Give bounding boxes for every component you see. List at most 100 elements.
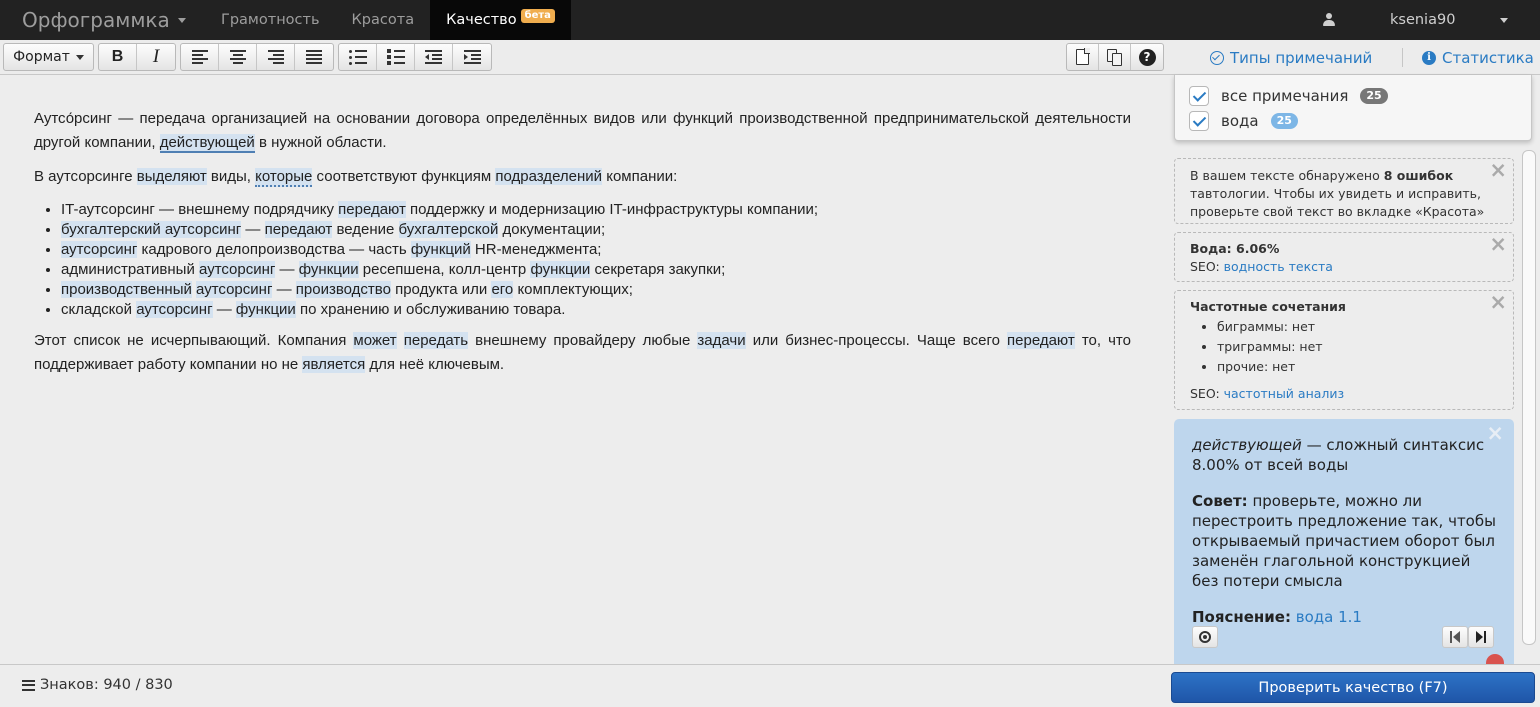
numbered-list-icon xyxy=(386,49,405,65)
highlighted-word[interactable]: которые xyxy=(255,168,313,187)
checkbox-checked[interactable] xyxy=(1189,111,1209,131)
brand-title: Орфограммка xyxy=(22,8,170,32)
highlighted-word[interactable]: передать xyxy=(403,332,469,349)
seo-label: SEO: xyxy=(1190,386,1224,401)
indent-button[interactable] xyxy=(453,44,491,70)
close-icon[interactable]: × xyxy=(1489,160,1507,181)
tab-label: Красота xyxy=(351,12,415,28)
copy-icon xyxy=(1106,48,1123,66)
stop-circle-icon xyxy=(1199,631,1211,643)
numbered-list-button[interactable] xyxy=(377,44,415,70)
water-title: Вода: 6.06% xyxy=(1190,241,1280,256)
highlighted-word[interactable]: производство xyxy=(295,281,391,298)
beta-badge: бета xyxy=(520,9,555,23)
highlighted-word[interactable]: передают xyxy=(1007,332,1075,349)
highlighted-word[interactable]: подразделений xyxy=(495,168,603,185)
align-right-button[interactable] xyxy=(257,44,295,70)
list-item: IT-аутсорсинг — внешнему подрядчику пере… xyxy=(61,200,1141,220)
list-item: биграммы: нет xyxy=(1217,317,1498,337)
copy-button[interactable] xyxy=(1099,44,1131,70)
user-menu[interactable]: ksenia90 xyxy=(1322,0,1540,40)
format-label: Формат xyxy=(13,49,70,65)
editor-paragraph: В аутсорсинге выделяют виды, которые соо… xyxy=(34,168,678,187)
tab-kachestvo[interactable]: Качество бета xyxy=(430,0,571,40)
statistics-link[interactable]: i Статистика xyxy=(1422,40,1534,75)
highlighted-word[interactable]: задачи xyxy=(697,332,746,349)
highlighted-word[interactable]: функции xyxy=(298,261,359,278)
tab-label: Качество xyxy=(446,12,517,28)
editor-list: IT-аутсорсинг — внешнему подрядчику пере… xyxy=(61,200,1141,320)
filter-water[interactable]: вода 25 xyxy=(1189,111,1298,131)
highlighted-word[interactable]: функции xyxy=(235,301,296,318)
count-badge: 25 xyxy=(1270,113,1298,129)
tautology-text: тавтологии. Чтобы их увидеть и исправить… xyxy=(1190,186,1485,219)
highlighted-word[interactable]: передают xyxy=(338,201,406,218)
frequency-list: биграммы: нет триграммы: нет прочие: нет xyxy=(1190,317,1498,377)
align-right-icon xyxy=(267,50,284,64)
document-icon xyxy=(1076,48,1090,65)
list-item: производственный аутсорсинг — производст… xyxy=(61,280,1141,300)
highlighted-word[interactable]: аутсорсинг xyxy=(136,301,213,318)
highlighted-word[interactable]: бухгалтерский аутсорсинг xyxy=(61,221,242,238)
close-icon[interactable]: × xyxy=(1489,292,1507,313)
align-left-button[interactable] xyxy=(181,44,219,70)
highlighted-word[interactable]: выделяют xyxy=(136,168,207,185)
frequency-seo-link[interactable]: частотный анализ xyxy=(1224,386,1345,401)
chevron-down-icon xyxy=(177,17,186,23)
highlighted-word[interactable]: передают xyxy=(264,221,333,238)
highlighted-word[interactable]: аутсорсинг xyxy=(61,241,138,258)
list-item: бухгалтерский аутсорсинг — передают веде… xyxy=(61,220,1141,240)
highlighted-word[interactable]: бухгалтерской xyxy=(398,221,499,238)
brand-menu[interactable]: Орфограммка xyxy=(0,8,205,32)
note-types-toggle[interactable]: Типы примечаний xyxy=(1210,40,1372,75)
close-icon[interactable]: × xyxy=(1486,423,1504,444)
sidebar-scrollbar[interactable] xyxy=(1522,150,1536,645)
ignore-button[interactable] xyxy=(1192,626,1218,648)
highlighted-word[interactable]: является xyxy=(302,356,366,373)
toolbar-divider xyxy=(1402,48,1403,67)
italic-button[interactable]: I xyxy=(137,44,175,70)
align-center-button[interactable] xyxy=(219,44,257,70)
highlighted-word[interactable]: аутсорсинг xyxy=(199,261,276,278)
first-note-button[interactable] xyxy=(1442,626,1468,648)
tab-krasota[interactable]: Красота xyxy=(336,0,431,40)
tautology-card: × В вашем тексте обнаружено 8 ошибок тав… xyxy=(1174,158,1514,224)
count-badge: 25 xyxy=(1360,88,1388,104)
water-seo-link[interactable]: водность текста xyxy=(1224,259,1333,274)
outdent-button[interactable] xyxy=(415,44,453,70)
tip-explanation: Пояснение: вода 1.1 xyxy=(1192,608,1362,626)
seo-label: SEO: xyxy=(1190,259,1224,274)
filter-all-notes[interactable]: все примечания 25 xyxy=(1189,86,1388,106)
align-justify-icon xyxy=(306,50,322,64)
align-justify-button[interactable] xyxy=(295,44,333,70)
close-icon[interactable]: × xyxy=(1489,234,1507,255)
bullet-list-icon xyxy=(348,49,367,65)
list-item: прочие: нет xyxy=(1217,357,1498,377)
help-button[interactable]: ? xyxy=(1131,44,1163,70)
check-circle-icon xyxy=(1210,50,1224,65)
new-document-button[interactable] xyxy=(1067,44,1099,70)
highlighted-word[interactable]: его xyxy=(491,281,514,298)
check-quality-button[interactable]: Проверить качество (F7) xyxy=(1171,672,1535,703)
highlighted-word[interactable]: производственный xyxy=(61,281,192,298)
format-dropdown[interactable]: Формат xyxy=(4,44,93,70)
bullet-list-button[interactable] xyxy=(339,44,377,70)
editor-paragraph: Этот список не исчерпывающий. Компания м… xyxy=(34,332,1131,373)
align-group xyxy=(180,43,334,71)
last-note-button[interactable] xyxy=(1468,626,1494,648)
highlighted-word[interactable]: функции xyxy=(530,261,591,278)
highlighted-word[interactable]: аутсорсинг xyxy=(196,281,273,298)
highlighted-word[interactable]: может xyxy=(353,332,397,349)
explanation-link[interactable]: вода 1.1 xyxy=(1296,608,1362,626)
bold-button[interactable]: B xyxy=(99,44,137,70)
tip-advice: Совет: проверьте, можно ли перестроить п… xyxy=(1192,492,1496,590)
checkbox-checked[interactable] xyxy=(1189,86,1209,106)
water-card: × Вода: 6.06% SEO: водность текста xyxy=(1174,232,1514,282)
highlighted-word-active[interactable]: действующей xyxy=(159,134,255,153)
info-icon: i xyxy=(1422,50,1436,65)
text-editor[interactable]: Аутсо́рсинг — передача организацией на о… xyxy=(0,76,1165,664)
highlighted-word[interactable]: функций xyxy=(410,241,471,258)
tab-gramotnost[interactable]: Грамотность xyxy=(205,0,336,40)
list-item: складской аутсорсинг — функции по хранен… xyxy=(61,300,1141,320)
chevron-down-icon xyxy=(1500,17,1508,23)
